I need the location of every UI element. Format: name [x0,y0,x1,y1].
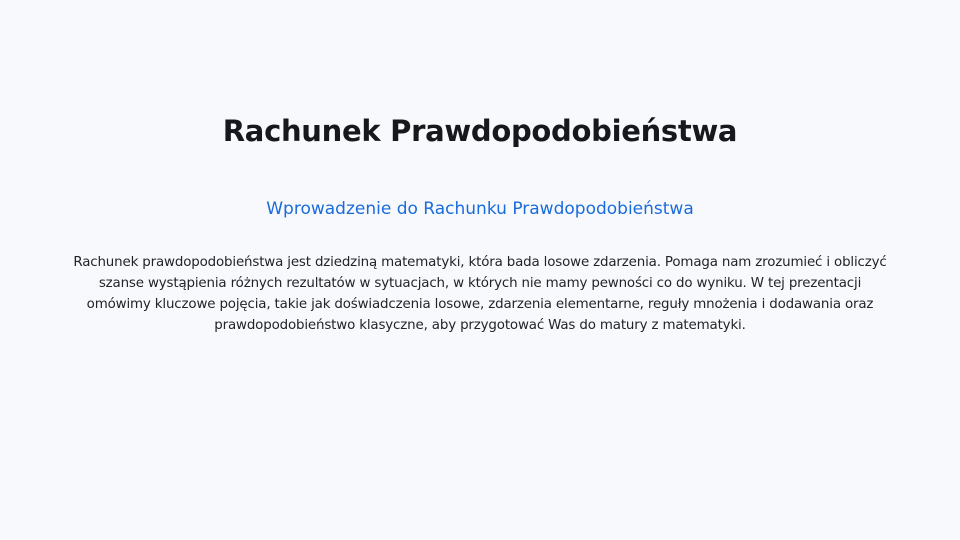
slide-body-paragraph: Rachunek prawdopodobieństwa jest dziedzi… [73,255,887,333]
slide-title: Rachunek Prawdopodobieństwa [222,114,738,148]
slide: Rachunek Prawdopodobieństwa Wprowadzenie… [0,0,960,540]
slide-subtitle: Wprowadzenie do Rachunku Prawdopodobieńs… [266,199,694,219]
